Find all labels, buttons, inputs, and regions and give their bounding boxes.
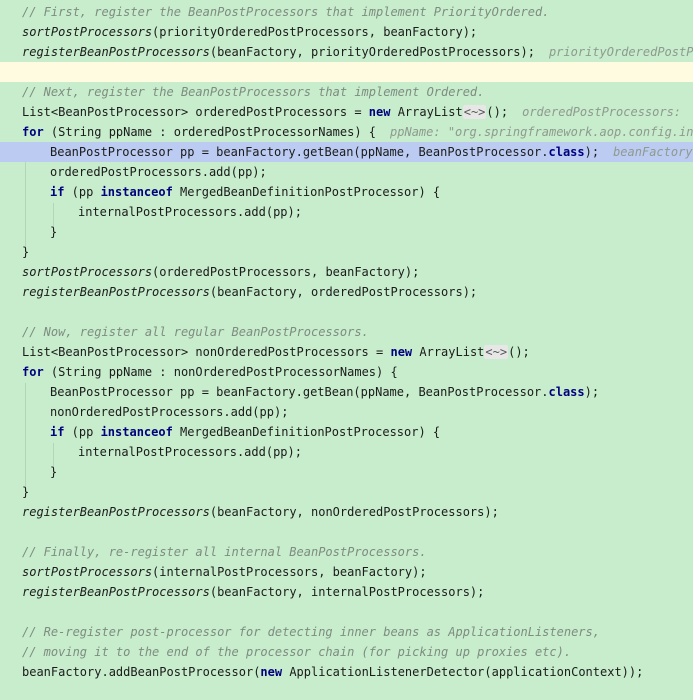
code-text: } xyxy=(50,465,58,479)
code-line: sortPostProcessors(internalPostProcessor… xyxy=(0,562,693,582)
code-line: internalPostProcessors.add(pp); xyxy=(0,442,693,462)
code-text: } xyxy=(22,485,30,499)
code-editor[interactable]: // First, register the BeanPostProcessor… xyxy=(0,0,693,700)
code-line: // First, register the BeanPostProcessor… xyxy=(0,2,693,22)
code-args: (beanFactory, orderedPostProcessors); xyxy=(209,285,478,299)
code-text: MergedBeanDefinitionPostProcessor) { xyxy=(172,425,441,439)
code-line: if (pp instanceof MergedBeanDefinitionPo… xyxy=(0,182,693,202)
code-text: MergedBeanDefinitionPostProcessor) { xyxy=(172,185,441,199)
method-call: registerBeanPostProcessors xyxy=(22,45,210,59)
code-text: } xyxy=(22,245,30,259)
code-args: (beanFactory, priorityOrderedPostProcess… xyxy=(209,45,535,59)
code-comment: // Re-register post-processor for detect… xyxy=(22,625,600,639)
code-comment: // Now, register all regular BeanPostPro… xyxy=(22,325,369,339)
code-text: List<BeanPostProcessor> orderedPostProce… xyxy=(22,105,369,119)
keyword: if xyxy=(50,185,65,199)
code-text: ArrayList xyxy=(412,345,485,359)
code-text: ApplicationListenerDetector(applicationC… xyxy=(282,665,644,679)
keyword: new xyxy=(260,665,283,679)
code-args: (internalPostProcessors, beanFactory); xyxy=(152,565,427,579)
code-line: // Re-register post-processor for detect… xyxy=(0,622,693,642)
code-text: ); xyxy=(584,145,600,159)
code-text: (String ppName : orderedPostProcessorNam… xyxy=(43,125,377,139)
code-line: if (pp instanceof MergedBeanDefinitionPo… xyxy=(0,422,693,442)
code-line: registerBeanPostProcessors(beanFactory, … xyxy=(0,42,693,62)
code-line: } xyxy=(0,462,693,482)
code-text: (); xyxy=(508,345,530,359)
keyword: for xyxy=(22,365,44,379)
method-call: sortPostProcessors xyxy=(22,265,153,279)
code-line: // Now, register all regular BeanPostPro… xyxy=(0,322,693,342)
code-text: ); xyxy=(584,385,600,399)
code-line: registerBeanPostProcessors(beanFactory, … xyxy=(0,282,693,302)
code-text: (pp xyxy=(64,425,101,439)
code-text: } xyxy=(50,225,58,239)
code-line: nonOrderedPostProcessors.add(pp); xyxy=(0,402,693,422)
debug-inline-value: beanFactory: "org.springframework.beans.… xyxy=(613,145,693,159)
code-line: List<BeanPostProcessor> nonOrderedPostPr… xyxy=(0,342,693,362)
folded-type-args[interactable]: <~> xyxy=(484,345,509,359)
keyword: new xyxy=(368,105,391,119)
code-line: // Next, register the BeanPostProcessors… xyxy=(0,82,693,102)
code-line: } xyxy=(0,222,693,242)
code-line: registerBeanPostProcessors(beanFactory, … xyxy=(0,582,693,602)
code-text: BeanPostProcessor pp = beanFactory.getBe… xyxy=(50,145,549,159)
code-args: (priorityOrderedPostProcessors, beanFact… xyxy=(152,25,478,39)
code-text: nonOrderedPostProcessors.add(pp); xyxy=(50,405,289,419)
code-line: for (String ppName : nonOrderedPostProce… xyxy=(0,362,693,382)
method-call: sortPostProcessors xyxy=(22,25,153,39)
code-line: } xyxy=(0,482,693,502)
code-text: (pp xyxy=(64,185,101,199)
code-line: sortPostProcessors(orderedPostProcessors… xyxy=(0,262,693,282)
execution-point-line[interactable]: BeanPostProcessor pp = beanFactory.getBe… xyxy=(0,142,693,162)
keyword: for xyxy=(22,125,44,139)
method-call: sortPostProcessors xyxy=(22,565,153,579)
folded-type-args[interactable]: <~> xyxy=(462,105,487,119)
code-comment: // Next, register the BeanPostProcessors… xyxy=(22,85,485,99)
keyword: class xyxy=(548,145,585,159)
keyword: new xyxy=(390,345,413,359)
code-text: beanFactory.addBeanPostProcessor( xyxy=(22,665,261,679)
code-line: // Finally, re-register all internal Bea… xyxy=(0,542,693,562)
debug-inline-value: orderedPostProcessors: size = 2 xyxy=(522,105,682,119)
code-line: for (String ppName : orderedPostProcesso… xyxy=(0,122,693,142)
code-line: sortPostProcessors(priorityOrderedPostPr… xyxy=(0,22,693,42)
keyword: class xyxy=(548,385,585,399)
keyword: if xyxy=(50,425,65,439)
code-args: (orderedPostProcessors, beanFactory); xyxy=(152,265,420,279)
code-line: // moving it to the end of the processor… xyxy=(0,642,693,662)
code-text: (); xyxy=(486,105,509,119)
code-line: BeanPostProcessor pp = beanFactory.getBe… xyxy=(0,382,693,402)
code-line: List<BeanPostProcessor> orderedPostProce… xyxy=(0,102,693,122)
code-line: registerBeanPostProcessors(beanFactory, … xyxy=(0,502,693,522)
code-args: (beanFactory, internalPostProcessors); xyxy=(209,585,485,599)
method-call: registerBeanPostProcessors xyxy=(22,285,210,299)
code-comment: // moving it to the end of the processor… xyxy=(22,645,572,659)
code-text: BeanPostProcessor pp = beanFactory.getBe… xyxy=(50,385,549,399)
code-line: } xyxy=(0,242,693,262)
caret-line[interactable] xyxy=(0,62,693,82)
code-line: beanFactory.addBeanPostProcessor(new App… xyxy=(0,662,693,682)
keyword: instanceof xyxy=(100,185,173,199)
debug-inline-value: priorityOrderedPostProcessors: size = xyxy=(548,45,693,59)
code-text: (String ppName : nonOrderedPostProcessor… xyxy=(43,365,398,379)
code-text: ArrayList xyxy=(390,105,463,119)
method-call: registerBeanPostProcessors xyxy=(22,505,210,519)
keyword: instanceof xyxy=(100,425,173,439)
code-text: orderedPostProcessors.add(pp); xyxy=(50,165,267,179)
code-text: List<BeanPostProcessor> nonOrderedPostPr… xyxy=(22,345,391,359)
code-args: (beanFactory, nonOrderedPostProcessors); xyxy=(209,505,499,519)
code-text: internalPostProcessors.add(pp); xyxy=(78,445,302,459)
debug-inline-value: ppName: "org.springframework.aop.config.… xyxy=(390,125,693,139)
code-line: internalPostProcessors.add(pp); xyxy=(0,202,693,222)
method-call: registerBeanPostProcessors xyxy=(22,585,210,599)
code-comment: // First, register the BeanPostProcessor… xyxy=(22,5,550,19)
code-comment: // Finally, re-register all internal Bea… xyxy=(22,545,427,559)
code-text: internalPostProcessors.add(pp); xyxy=(78,205,302,219)
code-line: orderedPostProcessors.add(pp); xyxy=(0,162,693,182)
